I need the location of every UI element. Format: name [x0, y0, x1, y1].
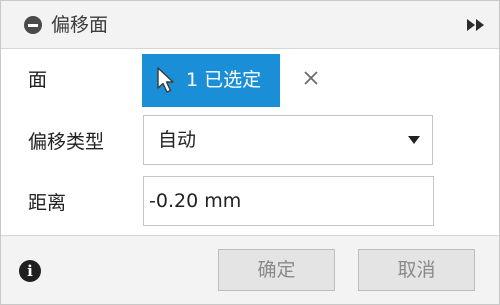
info-icon[interactable]: i	[19, 260, 41, 282]
minus-circle-icon[interactable]	[24, 16, 42, 34]
face-label: 面	[28, 69, 48, 91]
selection-count-label: 1 已选定	[186, 69, 262, 91]
chevron-down-icon	[408, 136, 420, 144]
dialog-footer: i 确定 取消	[1, 236, 499, 304]
offset-type-dropdown[interactable]: 自动	[143, 115, 433, 165]
offset-face-dialog: 偏移面 面 1 已选定 偏移类型 自动 距离 i 确定 取消	[0, 0, 500, 305]
fast-forward-icon[interactable]	[465, 16, 487, 34]
face-selection-button[interactable]: 1 已选定	[142, 54, 280, 107]
cancel-button[interactable]: 取消	[358, 249, 475, 291]
ok-button[interactable]: 确定	[218, 249, 335, 291]
cursor-arrow-icon	[157, 67, 174, 93]
dialog-title: 偏移面	[51, 14, 109, 36]
distance-label: 距离	[28, 192, 67, 214]
close-icon[interactable]	[302, 69, 322, 89]
dialog-body: 面 1 已选定 偏移类型 自动 距离	[1, 49, 499, 236]
distance-input[interactable]	[143, 176, 434, 226]
dialog-header[interactable]: 偏移面	[1, 1, 499, 49]
offset-type-label: 偏移类型	[28, 131, 105, 153]
offset-type-value: 自动	[158, 129, 197, 151]
